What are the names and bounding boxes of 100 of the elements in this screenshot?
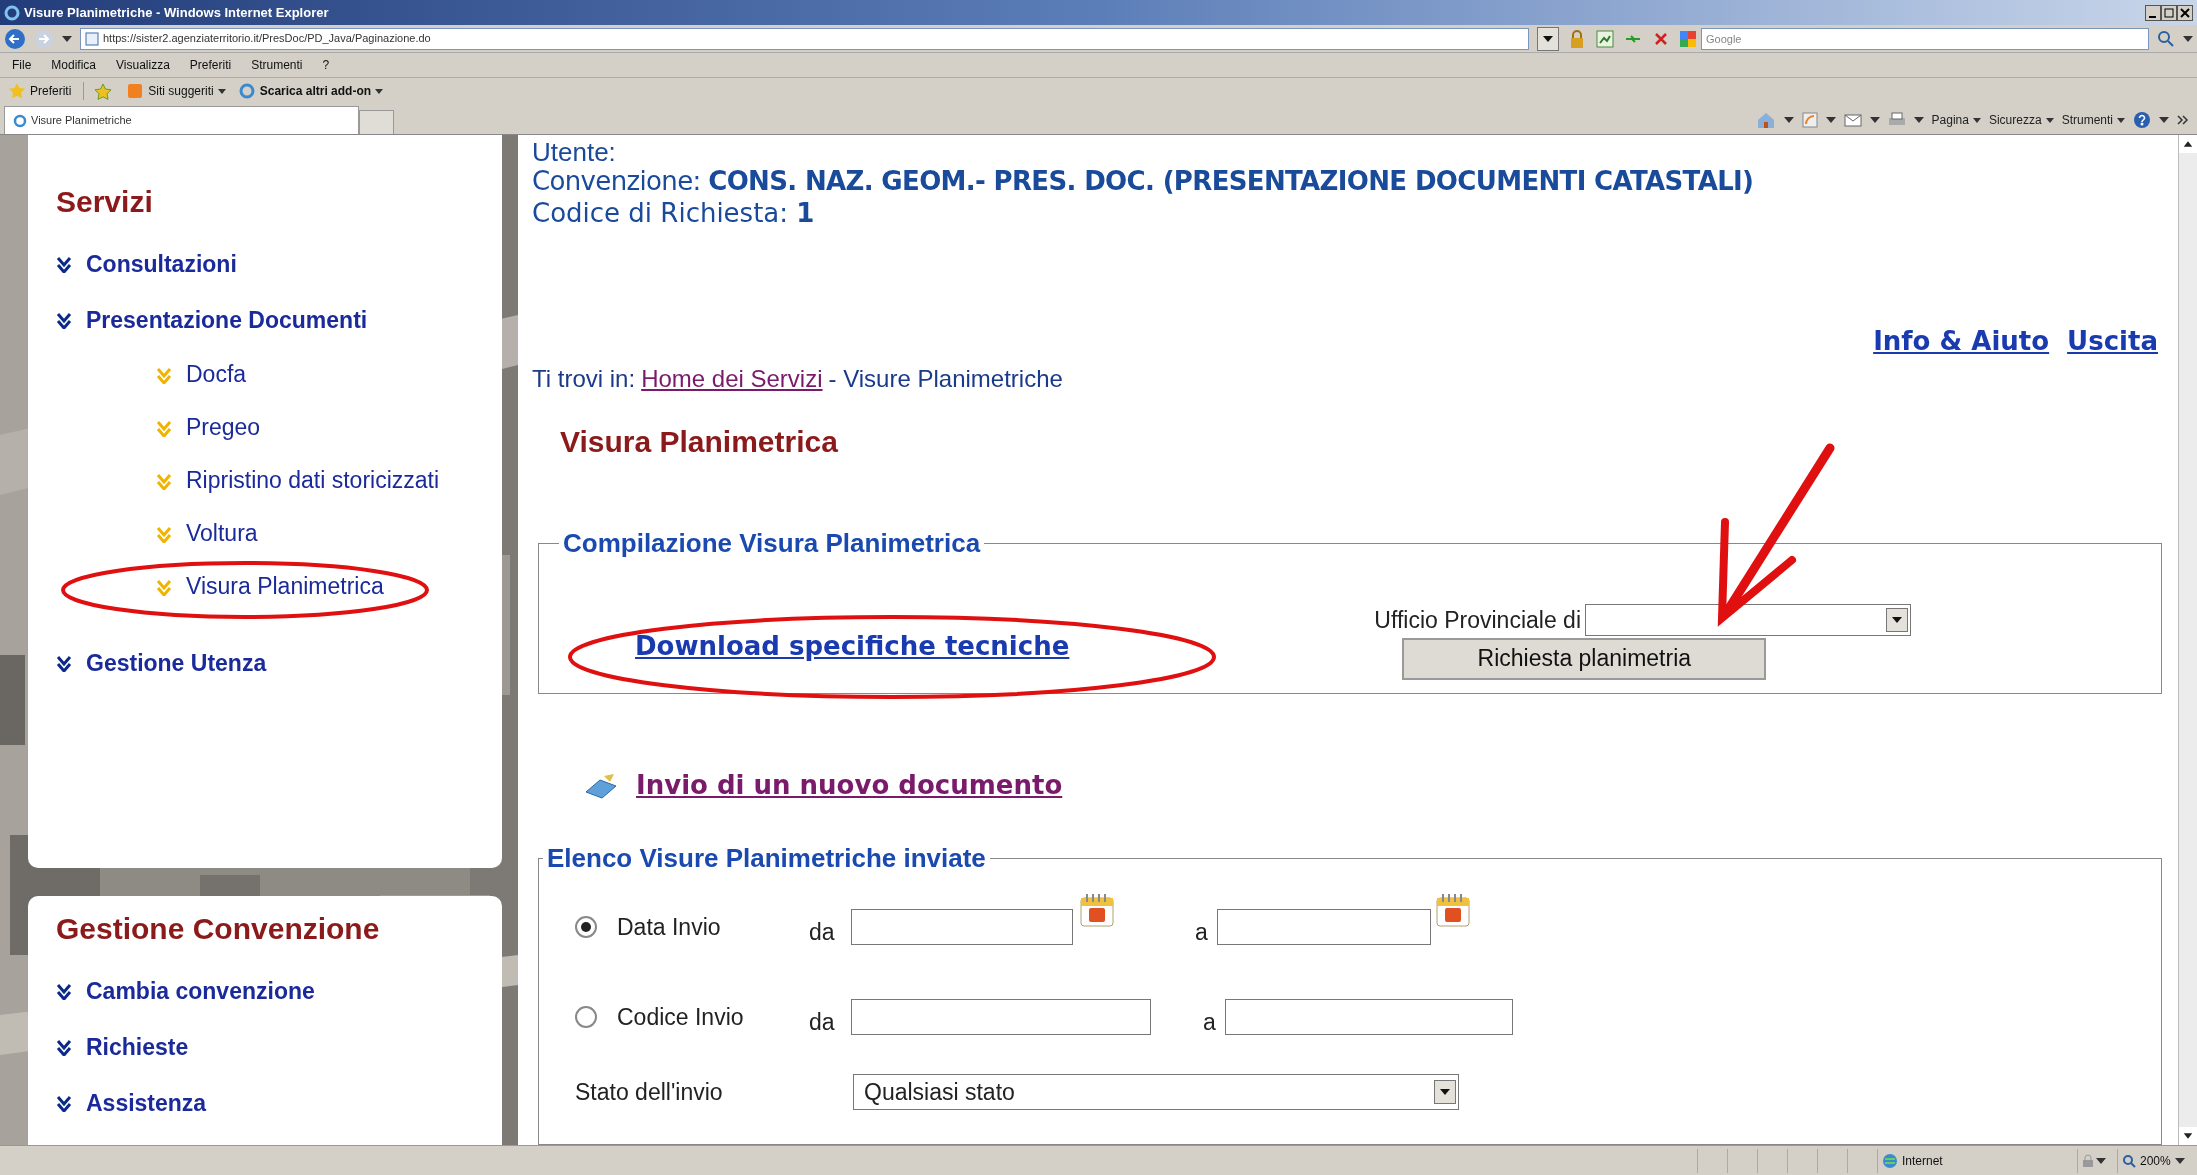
- caret-icon[interactable]: [1869, 117, 1880, 123]
- compatibility-icon[interactable]: [1595, 28, 1615, 49]
- caret-icon[interactable]: [1913, 117, 1924, 123]
- panel-title: Gestione Convenzione: [56, 911, 381, 947]
- sidebar-item[interactable]: Richieste: [56, 1019, 502, 1075]
- ie-icon: [13, 113, 27, 128]
- calendar-icon[interactable]: [1079, 892, 1115, 928]
- back-button[interactable]: [4, 27, 26, 50]
- double-chevron-icon: [56, 1094, 72, 1112]
- toolbar-menu-button[interactable]: Strumenti: [2061, 111, 2125, 129]
- sidebar-subitem[interactable]: Docfa: [56, 348, 502, 401]
- double-chevron-icon: [156, 471, 172, 490]
- section-legend: Compilazione Visura Planimetrica: [559, 524, 985, 563]
- ie-icon: [237, 82, 256, 100]
- caret-icon: [217, 88, 226, 94]
- menu-item[interactable]: Preferiti: [189, 56, 232, 74]
- status-select[interactable]: Qualsiasi stato: [853, 1074, 1459, 1110]
- globe-icon: [1882, 1152, 1898, 1169]
- double-chevron-icon: [156, 524, 172, 543]
- sidebar-item[interactable]: Assistenza: [56, 1075, 502, 1131]
- address-field[interactable]: https://sister2.agenziaterritorio.it/PresDoc/PD_Java/Paginazione.do: [80, 27, 1529, 50]
- sidebar-item[interactable]: Gestione Utenza: [56, 635, 502, 691]
- menu-item[interactable]: Visualizza: [116, 56, 170, 74]
- caret-icon[interactable]: [2183, 35, 2193, 42]
- lock-icon: [2082, 1153, 2094, 1168]
- triangle-icon: [2183, 1133, 2193, 1139]
- header-link[interactable]: Info & Aiuto: [1873, 322, 2050, 361]
- minimize-button[interactable]: [2145, 4, 2161, 21]
- new-document-link[interactable]: Invio di un nuovo documento: [636, 766, 1063, 805]
- caret-icon[interactable]: [2096, 1157, 2106, 1164]
- sidebar-subitem[interactable]: Visura Planimetrica: [56, 560, 502, 613]
- favorites-button[interactable]: Siti suggeriti: [126, 82, 226, 100]
- from-label: da: [809, 917, 836, 947]
- help-icon[interactable]: [2133, 111, 2151, 129]
- toolbar-menu-button[interactable]: Sicurezza: [1988, 111, 2054, 129]
- to-input-field[interactable]: [1225, 999, 1513, 1035]
- double-chevron-icon: [156, 365, 172, 384]
- request-code-text: Codice di Richiesta: 1: [532, 197, 815, 229]
- search-icon[interactable]: [2157, 29, 2175, 48]
- square-icon: [126, 82, 145, 100]
- search-provider-icon: [1679, 29, 1697, 48]
- section-legend: Elenco Visure Planimetriche inviate: [543, 839, 990, 878]
- menu-item[interactable]: Modifica: [51, 56, 97, 74]
- header-link[interactable]: Uscita: [2067, 322, 2158, 361]
- from-input-field[interactable]: [851, 909, 1073, 945]
- dropdown-button[interactable]: [1537, 26, 1559, 51]
- breadcrumb-label: Ti trovi in:: [532, 364, 636, 394]
- calendar-icon[interactable]: [1435, 892, 1471, 928]
- double-chevron-icon: [56, 982, 72, 1000]
- page-icon: [85, 31, 99, 46]
- history-caret-icon[interactable]: [62, 35, 72, 42]
- sidebar-item[interactable]: Cambia convenzione: [56, 963, 502, 1019]
- caret-icon: [2117, 117, 2125, 123]
- caret-icon[interactable]: [1783, 117, 1794, 123]
- favorites-button[interactable]: Preferiti: [8, 82, 72, 100]
- scrollbar-track[interactable]: [2179, 153, 2197, 1127]
- sidebar-subitem[interactable]: Voltura: [56, 507, 502, 560]
- caret-icon[interactable]: [2174, 1157, 2185, 1164]
- user-label: Utente:: [532, 139, 616, 165]
- request-button[interactable]: Richiesta planimetria: [1402, 637, 1767, 680]
- ie-icon: [4, 4, 20, 21]
- to-input-field[interactable]: [1217, 909, 1431, 945]
- caret-icon[interactable]: [1825, 117, 1836, 123]
- toolbar-menu-button[interactable]: Pagina: [1931, 111, 1981, 129]
- print-icon[interactable]: [1887, 112, 1906, 128]
- page-title: Visura Planimetrica: [560, 424, 838, 460]
- breadcrumb-link[interactable]: Home dei Servizi: [641, 361, 823, 397]
- favorites-button[interactable]: Scarica altri add-on: [237, 82, 384, 100]
- double-chevron-icon: [56, 654, 72, 672]
- search-field[interactable]: Google: [1701, 27, 2149, 50]
- from-input-field[interactable]: [851, 999, 1151, 1035]
- zoom-icon: [2122, 1153, 2136, 1168]
- dropdown-button[interactable]: [1886, 608, 1908, 633]
- sidebar-subitem[interactable]: Ripristino dati storicizzati: [56, 454, 502, 507]
- menu-item[interactable]: File: [12, 56, 32, 74]
- sidebar-item[interactable]: Consultazioni: [56, 236, 502, 292]
- office-select[interactable]: [1585, 604, 1911, 637]
- caret-icon[interactable]: [2159, 117, 2169, 123]
- download-link[interactable]: Download specifiche tecniche: [635, 627, 1070, 666]
- home-icon[interactable]: [1755, 111, 1776, 129]
- triangle-icon: [2183, 141, 2193, 147]
- url-text: https://sister2.agenziaterritorio.it/PresDoc/PD_Java/Paginazione.do: [103, 31, 431, 47]
- mail-icon[interactable]: [1843, 112, 1862, 128]
- sidebar-item[interactable]: Presentazione Documenti: [56, 292, 502, 348]
- sidebar-subitem[interactable]: Pregeo: [56, 401, 502, 454]
- office-label: Ufficio Provinciale di: [1374, 606, 1581, 635]
- panel-title: Servizi: [56, 184, 154, 220]
- radio-button[interactable]: [575, 1006, 597, 1028]
- filter-label: Codice Invio: [617, 1002, 745, 1032]
- double-chevron-icon: [56, 311, 72, 329]
- close-button[interactable]: [2177, 4, 2193, 21]
- browser-tab[interactable]: Visure Planimetriche: [4, 106, 359, 134]
- menu-item[interactable]: Strumenti: [251, 56, 303, 74]
- menu-item[interactable]: ?: [322, 56, 330, 74]
- radio-button[interactable]: [575, 916, 597, 938]
- dropdown-button[interactable]: [1434, 1080, 1456, 1104]
- chevron-icon[interactable]: [2177, 115, 2189, 125]
- star-icon: [8, 82, 26, 100]
- maximize-button[interactable]: [2161, 4, 2177, 21]
- zoom-button[interactable]: 200%: [2117, 1148, 2197, 1173]
